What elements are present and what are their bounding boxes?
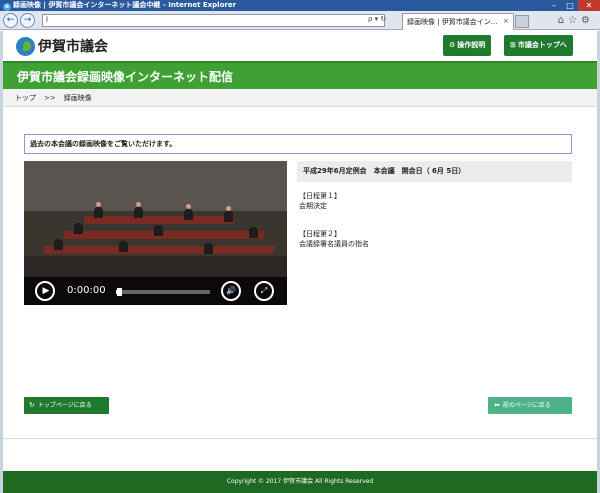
page-banner: 伊賀市議会録画映像インターネット配信: [3, 61, 597, 89]
left-arrow-icon: ⬅: [494, 401, 500, 409]
video-frame-person: [119, 241, 128, 252]
url-input[interactable]: l: [42, 14, 385, 27]
help-button[interactable]: ⚙ 操作説明: [443, 35, 492, 56]
video-player[interactable]: ▶ 0:00:00 🔊 ⤢: [24, 161, 287, 305]
council-top-button[interactable]: ⊞ 市議会トップへ: [504, 35, 573, 56]
notice-box: 過去の本会議の録画映像をご覧いただけます。: [24, 134, 572, 154]
new-tab-button[interactable]: [515, 15, 529, 28]
browser-tab[interactable]: 録画映像 | 伊賀市議会イン...: [402, 13, 514, 30]
video-frame-person: [54, 239, 63, 250]
refresh-arrow-icon: ↻: [29, 401, 35, 409]
footer-divider: [3, 438, 597, 439]
video-frame-desk: [44, 246, 274, 254]
video-frame-desk: [84, 216, 234, 224]
breadcrumb-separator: >>: [44, 94, 56, 102]
sitemap-icon: ⊞: [510, 41, 516, 49]
back-to-top-button[interactable]: ↻ トップページに戻る: [24, 397, 109, 414]
video-frame-person: [249, 227, 258, 238]
video-frame-person: [74, 223, 83, 234]
video-frame-person: [224, 211, 233, 222]
page-content: 伊賀市議会 ⚙ 操作説明 ⊞ 市議会トップへ 伊賀市議会録画映像インターネット配信 …: [0, 31, 600, 493]
fullscreen-icon[interactable]: ⤢: [254, 281, 274, 301]
logo-mark-icon: [16, 36, 35, 56]
agenda-text[interactable]: 会期決定: [299, 201, 341, 211]
home-icon[interactable]: ⌂: [558, 15, 568, 26]
video-frame-person: [94, 207, 103, 218]
back-to-top-label: トップページに戻る: [37, 402, 92, 409]
video-progress-bar[interactable]: [116, 288, 210, 296]
minimize-button[interactable]: –: [546, 0, 562, 11]
play-icon[interactable]: ▶: [35, 281, 55, 301]
toolbar-icons: ⌂☆⚙: [558, 15, 594, 26]
video-frame-head: [96, 202, 101, 207]
agenda-item: 【日程第１】 会期決定: [299, 191, 341, 211]
video-frame-person: [134, 207, 143, 218]
video-time: 0:00:00: [67, 285, 106, 296]
video-controls: ▶ 0:00:00 🔊 ⤢: [24, 277, 287, 305]
video-frame-desk: [64, 231, 264, 239]
search-refresh-icons[interactable]: ρ ▾ ↻: [368, 15, 386, 23]
video-frame-head: [186, 204, 191, 209]
window-titlebar: e 録画映像 | 伊賀市議会インターネット議会中継 - Internet Expl…: [0, 0, 600, 11]
video-frame-head: [136, 202, 141, 207]
agenda-heading: 【日程第２】: [299, 230, 341, 238]
back-arrow-icon[interactable]: ←: [3, 13, 18, 28]
video-progress-knob[interactable]: [116, 288, 122, 296]
maximize-button[interactable]: □: [562, 0, 578, 11]
close-window-button[interactable]: ✕: [578, 0, 600, 11]
agenda-heading: 【日程第１】: [299, 192, 341, 200]
video-frame-person: [184, 209, 193, 220]
council-top-label: 市議会トップへ: [517, 41, 567, 49]
tab-close-icon[interactable]: ×: [503, 17, 509, 25]
address-bar: ← → l ρ ▾ ↻ 録画映像 | 伊賀市議会イン... × ⌂☆⚙: [0, 11, 600, 30]
volume-icon[interactable]: 🔊: [221, 281, 241, 301]
session-title: 平成29年6月定例会 本会議 開会日（ 6月 5日）: [297, 161, 572, 182]
site-footer: Copyright © 2017 伊賀市議会 All Rights Reserv…: [3, 471, 597, 493]
favorites-star-icon[interactable]: ☆: [568, 15, 581, 26]
agenda-text[interactable]: 会議録署名議員の指名: [299, 239, 369, 249]
site-logo[interactable]: 伊賀市議会: [16, 36, 108, 56]
breadcrumb: トップ >> 録画映像: [3, 89, 597, 107]
back-to-previous-label: 前のページに戻る: [502, 402, 551, 409]
help-button-label: 操作説明: [457, 41, 486, 49]
forward-arrow-icon[interactable]: →: [20, 13, 35, 28]
gear-icon: ⚙: [449, 41, 456, 49]
logo-text: 伊賀市議会: [38, 39, 108, 55]
agenda-item: 【日程第２】 会議録署名議員の指名: [299, 229, 369, 249]
window-controls: – □ ✕: [546, 0, 600, 11]
settings-gear-icon[interactable]: ⚙: [581, 15, 594, 26]
video-frame-background: [24, 161, 287, 211]
video-frame-person: [154, 225, 163, 236]
video-frame-head: [226, 206, 231, 211]
tab-title: 録画映像 | 伊賀市議会イン...: [407, 18, 498, 26]
breadcrumb-current: 録画映像: [63, 94, 92, 102]
site-header: 伊賀市議会 ⚙ 操作説明 ⊞ 市議会トップへ: [3, 31, 597, 61]
ie-icon: e: [3, 3, 11, 11]
window-title: 録画映像 | 伊賀市議会インターネット議会中継 - Internet Explo…: [13, 1, 237, 9]
video-frame-person: [204, 243, 213, 254]
back-to-previous-button[interactable]: ⬅ 前のページに戻る: [488, 397, 572, 414]
breadcrumb-home-link[interactable]: トップ: [15, 94, 36, 102]
